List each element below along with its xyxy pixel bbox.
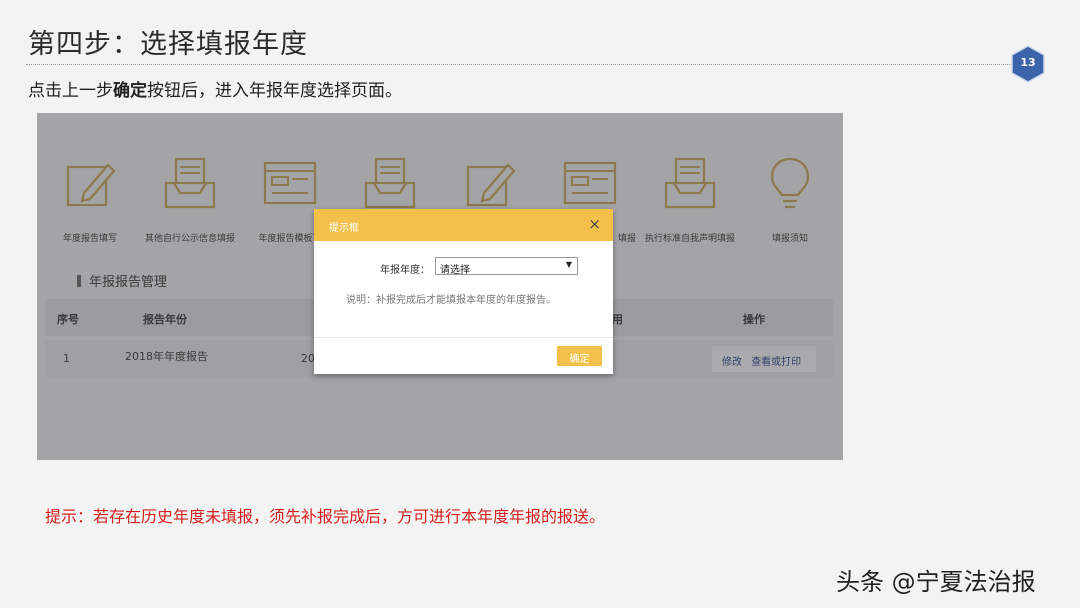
- inbox-icon: [364, 157, 416, 209]
- dialog-note: 说明：补报完成后才能填报本年度的年度报告。: [346, 295, 556, 306]
- dialog-title: 提示框: [329, 223, 359, 234]
- nav-annual-report-fill[interactable]: 年度报告填写: [40, 153, 140, 244]
- year-select-dialog: 提示框 × 年报年度： 请选择 ▼ 说明：补报完成后才能填报本年度的年度报告。 …: [314, 209, 613, 374]
- cell-index: 1: [63, 352, 70, 365]
- row-actions: 修改 查看或打印: [712, 346, 816, 372]
- inbox-icon: [164, 157, 216, 209]
- report-year-select[interactable]: 请选择 ▼: [435, 257, 578, 276]
- watermark: 头条 @宁夏法治报: [836, 568, 1036, 596]
- intro-text: 点击上一步确定按钮后，进入年报年度选择页面。: [28, 76, 402, 101]
- dialog-header: 提示框 ×: [314, 209, 613, 241]
- nav-standard-declaration[interactable]: 执行标准自我声明填报: [640, 153, 740, 244]
- browser-window-icon: [563, 161, 617, 205]
- intro-bold: 确定: [113, 81, 147, 101]
- confirm-button[interactable]: 确定: [557, 346, 602, 366]
- edit-link[interactable]: 修改: [722, 357, 742, 368]
- col-header-index: 序号: [57, 313, 79, 326]
- page-number-badge: 13: [1011, 45, 1045, 83]
- edit-icon: [466, 163, 516, 207]
- col-header-year: 报告年份: [143, 313, 187, 326]
- view-print-link[interactable]: 查看或打印: [751, 357, 801, 368]
- cell-col3: 20: [301, 352, 315, 365]
- intro-before: 点击上一步: [28, 81, 113, 101]
- annual-report-screenshot: 年度报告填写 其他自行公示信息填报 年度报告模板下 填报 执行标准自我声明填报 …: [37, 113, 843, 460]
- nav-label: 填报须知: [771, 234, 808, 244]
- section-marker: [77, 275, 81, 287]
- nav-label: 年度报告填写: [62, 234, 117, 244]
- intro-after: 按钮后，进入年报年度选择页面。: [147, 81, 402, 101]
- page-number: 13: [1020, 56, 1036, 69]
- dialog-divider: [314, 337, 613, 338]
- col-header-4: 用: [612, 313, 623, 326]
- lightbulb-icon: [770, 157, 810, 209]
- edit-icon: [66, 163, 116, 207]
- report-year-label: 年报年度：: [380, 265, 430, 276]
- tip-text: 提示：若存在历史年度未填报，须先补报完成后，方可进行本年度年报的报送。: [45, 507, 606, 526]
- nav-filing-notice[interactable]: 填报须知: [740, 153, 840, 244]
- section-header: 年报报告管理: [77, 271, 167, 290]
- chevron-down-icon: ▼: [565, 260, 572, 269]
- report-year-value: 请选择: [440, 265, 470, 276]
- nav-other-disclosure[interactable]: 其他自行公示信息填报: [140, 153, 240, 244]
- col-header-actions: 操作: [743, 313, 765, 326]
- title-divider: [26, 64, 1026, 65]
- slide-title: 第四步：选择填报年度: [28, 29, 308, 60]
- nav-label: 执行标准自我声明填报: [644, 234, 735, 244]
- close-icon[interactable]: ×: [588, 215, 601, 233]
- browser-window-icon: [263, 161, 317, 205]
- cell-year: 2018年年度报告: [125, 350, 208, 363]
- inbox-icon: [664, 157, 716, 209]
- section-title: 年报报告管理: [89, 275, 168, 290]
- nav-label: 其他自行公示信息填报: [144, 234, 235, 244]
